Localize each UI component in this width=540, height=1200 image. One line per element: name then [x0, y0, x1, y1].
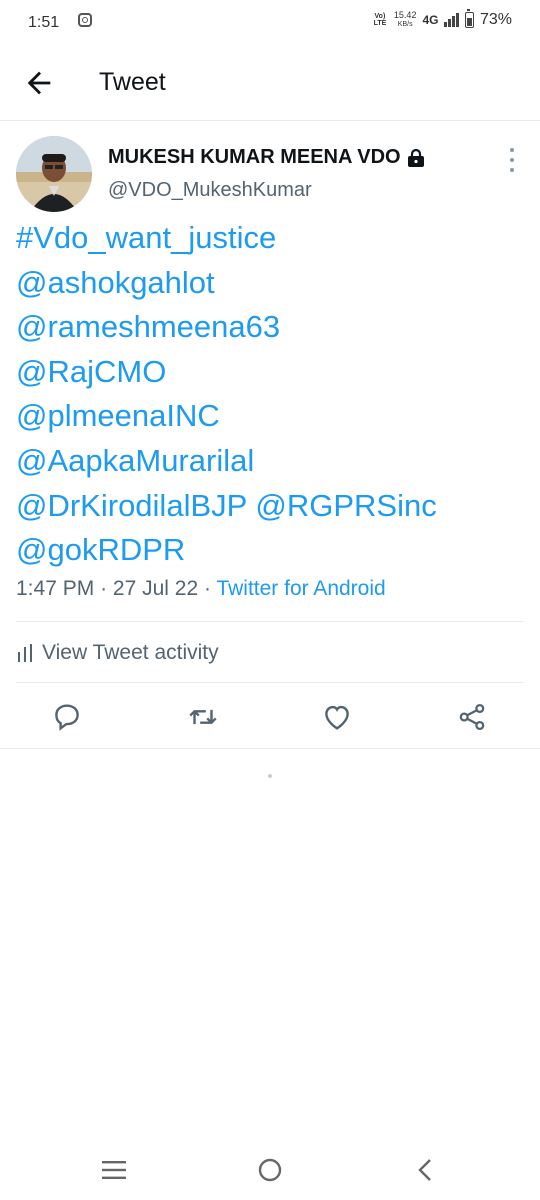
- mention-link[interactable]: @RGPRSinc: [255, 488, 436, 523]
- reply-button[interactable]: [50, 700, 84, 734]
- battery-icon: [464, 9, 474, 28]
- arrow-left-icon: [27, 71, 51, 95]
- divider: [16, 682, 524, 683]
- system-navigation-bar: [0, 1140, 540, 1200]
- page-title: Tweet: [99, 68, 166, 96]
- share-icon: [459, 703, 485, 731]
- author-handle[interactable]: @VDO_MukeshKumar: [108, 179, 312, 202]
- battery-percent: 73%: [479, 11, 512, 28]
- volte-indicator: Vo) LTE: [373, 13, 387, 27]
- avatar[interactable]: [16, 136, 92, 212]
- section-divider: [0, 748, 540, 749]
- meta-separator: ·: [203, 577, 211, 600]
- tweet-actions: [0, 700, 540, 734]
- instagram-notification-icon: [78, 13, 92, 27]
- hashtag-link[interactable]: #Vdo_want_justice: [16, 220, 276, 255]
- lock-icon: [407, 148, 424, 167]
- meta-separator: ·: [100, 577, 108, 600]
- bar-chart-icon: [18, 644, 32, 662]
- tweet-text: #Vdo_want_justice @ashokgahlot @rameshmeen…: [16, 216, 526, 573]
- app-bar: Tweet: [0, 44, 540, 121]
- author-name-text: MUKESH KUMAR MEENA VDO: [108, 146, 401, 168]
- retweet-icon: [189, 709, 217, 725]
- tweet-time: 1:47 PM: [16, 577, 95, 600]
- status-time: 1:51: [28, 14, 60, 31]
- network-speed: 15.42 KB/s: [394, 11, 417, 29]
- chevron-left-icon: [418, 1159, 431, 1181]
- recent-apps-button[interactable]: [96, 1152, 132, 1188]
- view-tweet-activity-label: View Tweet activity: [42, 641, 219, 664]
- tweet-text-line: @gokRDPR: [16, 528, 526, 573]
- loading-indicator: [268, 774, 272, 778]
- mention-link[interactable]: @rameshmeena63: [16, 309, 280, 344]
- mention-link[interactable]: @gokRDPR: [16, 532, 185, 567]
- view-tweet-activity-button[interactable]: View Tweet activity: [16, 638, 219, 668]
- retweet-button[interactable]: [186, 700, 220, 734]
- system-back-button[interactable]: [408, 1152, 444, 1188]
- network-type: 4G: [422, 13, 439, 27]
- tweet-text-line: #Vdo_want_justice: [16, 216, 526, 261]
- tweet-text-line: @ashokgahlot: [16, 261, 526, 306]
- mention-link[interactable]: @AapkaMurarilal: [16, 443, 254, 478]
- network-speed-unit: KB/s: [397, 21, 413, 28]
- heart-icon: [325, 705, 349, 730]
- tweet-text-line: @AapkaMurarilal: [16, 439, 526, 484]
- home-button[interactable]: [252, 1152, 288, 1188]
- tweet-date: 27 Jul 22: [112, 577, 199, 600]
- home-circle-icon: [258, 1158, 282, 1182]
- status-indicators: Vo) LTE 15.42 KB/s 4G 73%: [372, 9, 512, 29]
- reply-icon: [55, 704, 79, 731]
- divider: [16, 621, 524, 622]
- back-button[interactable]: [22, 66, 56, 100]
- like-button[interactable]: [320, 700, 354, 734]
- mention-link[interactable]: @ashokgahlot: [16, 265, 215, 300]
- menu-icon: [102, 1161, 126, 1179]
- status-bar: 1:51 Vo) LTE 15.42 KB/s 4G 73%: [0, 0, 540, 44]
- tweet-text-line: @DrKirodilalBJP @RGPRSinc: [16, 484, 526, 529]
- author-name[interactable]: MUKESH KUMAR MEENA VDO: [108, 146, 425, 169]
- profile-photo: [16, 136, 92, 212]
- tweet-source-link[interactable]: Twitter for Android: [216, 577, 385, 600]
- network-speed-value: 15.42: [393, 10, 417, 20]
- more-dots-icon: [510, 148, 514, 152]
- mention-link[interactable]: @DrKirodilalBJP: [16, 488, 247, 523]
- tweet-meta: 1:47 PM · 27 Jul 22 · Twitter for Androi…: [16, 577, 386, 601]
- signal-strength-icon: [444, 13, 459, 27]
- tweet-text-line: @plmeenaINC: [16, 394, 526, 439]
- tweet-text-line: @RajCMO: [16, 350, 526, 395]
- tweet-text-line: @rameshmeena63: [16, 305, 526, 350]
- mention-link[interactable]: @RajCMO: [16, 354, 166, 389]
- mention-link[interactable]: @plmeenaINC: [16, 398, 220, 433]
- share-button[interactable]: [455, 700, 489, 734]
- more-options-button[interactable]: [506, 148, 518, 172]
